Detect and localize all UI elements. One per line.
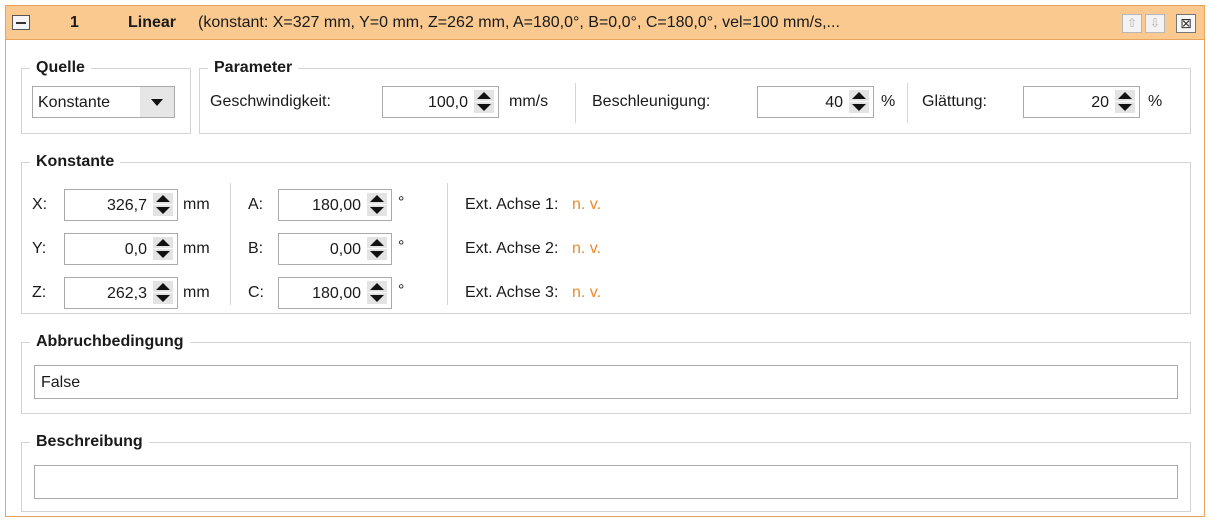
y-value: 0,0: [124, 241, 147, 258]
spin-up-icon[interactable]: [367, 193, 387, 204]
a-stepper[interactable]: 180,00: [278, 189, 392, 221]
spin-down-icon[interactable]: [153, 205, 173, 216]
abbruch-legend: Abbruchbedingung: [30, 332, 190, 352]
konstante-group: Konstante X: 326,7 mm Y: 0,0 mm Z: 262,3…: [21, 152, 1191, 314]
ext-axis-1-label: Ext. Achse 1:: [465, 196, 559, 213]
ext-axis-3-label: Ext. Achse 3:: [465, 284, 559, 301]
b-label: B:: [248, 240, 264, 257]
x-unit: mm: [183, 196, 210, 213]
abort-condition-value: False: [41, 374, 81, 391]
y-stepper[interactable]: 0,0: [64, 233, 178, 265]
spin-down-icon[interactable]: [849, 102, 869, 113]
smooth-label: Glättung:: [922, 93, 987, 110]
accel-stepper[interactable]: 40: [757, 86, 874, 118]
z-unit: mm: [183, 284, 210, 301]
arrow-down-icon[interactable]: ⇩: [1145, 14, 1165, 33]
linear-command-panel: 1 Linear (konstant: X=327 mm, Y=0 mm, Z=…: [5, 5, 1205, 517]
konstante-legend: Konstante: [30, 152, 121, 172]
b-value: 0,00: [329, 241, 361, 258]
parameter-legend: Parameter: [208, 58, 299, 78]
description-field[interactable]: [34, 465, 1178, 499]
c-label: C:: [248, 284, 264, 301]
x-stepper[interactable]: 326,7: [64, 189, 178, 221]
spin-down-icon[interactable]: [153, 293, 173, 304]
spin-down-icon[interactable]: [367, 249, 387, 260]
x-value: 326,7: [106, 197, 147, 214]
divider: [230, 183, 231, 305]
command-type: Linear: [128, 14, 177, 31]
spin-up-icon[interactable]: [367, 281, 387, 292]
quelle-group: Quelle Konstante: [21, 58, 191, 134]
spin-down-icon[interactable]: [153, 249, 173, 260]
a-label: A:: [248, 196, 264, 213]
accel-label: Beschleunigung:: [592, 93, 711, 110]
z-value: 262,3: [106, 285, 147, 302]
speed-unit: mm/s: [509, 93, 549, 110]
z-label: Z:: [32, 284, 47, 301]
collapse-button[interactable]: [12, 15, 30, 30]
smooth-value: 20: [1091, 94, 1109, 111]
divider: [447, 183, 448, 305]
y-label: Y:: [32, 240, 47, 257]
beschreibung-legend: Beschreibung: [30, 432, 149, 452]
ext-axis-3-value: n. v.: [572, 284, 602, 301]
accel-value: 40: [825, 94, 843, 111]
abbruch-group: Abbruchbedingung False: [21, 332, 1191, 414]
spin-up-icon[interactable]: [153, 193, 173, 204]
a-unit: °: [398, 194, 405, 211]
divider: [907, 83, 908, 123]
chevron-down-icon[interactable]: [140, 87, 174, 117]
command-summary: (konstant: X=327 mm, Y=0 mm, Z=262 mm, A…: [198, 14, 840, 31]
c-unit: °: [398, 282, 405, 299]
c-value: 180,00: [312, 285, 361, 302]
spin-up-icon[interactable]: [153, 237, 173, 248]
smooth-stepper[interactable]: 20: [1023, 86, 1140, 118]
abort-condition-field[interactable]: False: [34, 365, 1178, 399]
smooth-unit: %: [1148, 93, 1163, 110]
ext-axis-1-value: n. v.: [572, 196, 602, 213]
arrow-up-icon[interactable]: ⇧: [1122, 14, 1142, 33]
c-stepper[interactable]: 180,00: [278, 277, 392, 309]
z-stepper[interactable]: 262,3: [64, 277, 178, 309]
divider: [575, 83, 576, 123]
speed-stepper[interactable]: 100,0: [382, 86, 499, 118]
beschreibung-group: Beschreibung: [21, 432, 1191, 512]
speed-value: 100,0: [427, 94, 468, 111]
spin-up-icon[interactable]: [474, 90, 494, 101]
ext-axis-2-label: Ext. Achse 2:: [465, 240, 559, 257]
spin-down-icon[interactable]: [474, 102, 494, 113]
spin-up-icon[interactable]: [1115, 90, 1135, 101]
close-icon[interactable]: ⊠: [1176, 14, 1196, 33]
command-number: 1: [70, 14, 79, 31]
b-unit: °: [398, 238, 405, 255]
parameter-group: Parameter Geschwindigkeit: 100,0 mm/s Be…: [199, 58, 1191, 134]
spin-up-icon[interactable]: [367, 237, 387, 248]
spin-up-icon[interactable]: [849, 90, 869, 101]
y-unit: mm: [183, 240, 210, 257]
ext-axis-2-value: n. v.: [572, 240, 602, 257]
spin-down-icon[interactable]: [367, 293, 387, 304]
command-titlebar: 1 Linear (konstant: X=327 mm, Y=0 mm, Z=…: [6, 6, 1204, 40]
spin-down-icon[interactable]: [1115, 102, 1135, 113]
x-label: X:: [32, 196, 48, 213]
quelle-selected-value: Konstante: [38, 94, 111, 111]
quelle-dropdown[interactable]: Konstante: [32, 86, 175, 118]
accel-unit: %: [881, 93, 896, 110]
spin-up-icon[interactable]: [153, 281, 173, 292]
quelle-legend: Quelle: [30, 58, 91, 78]
spin-down-icon[interactable]: [367, 205, 387, 216]
b-stepper[interactable]: 0,00: [278, 233, 392, 265]
speed-label: Geschwindigkeit:: [210, 93, 331, 110]
a-value: 180,00: [312, 197, 361, 214]
